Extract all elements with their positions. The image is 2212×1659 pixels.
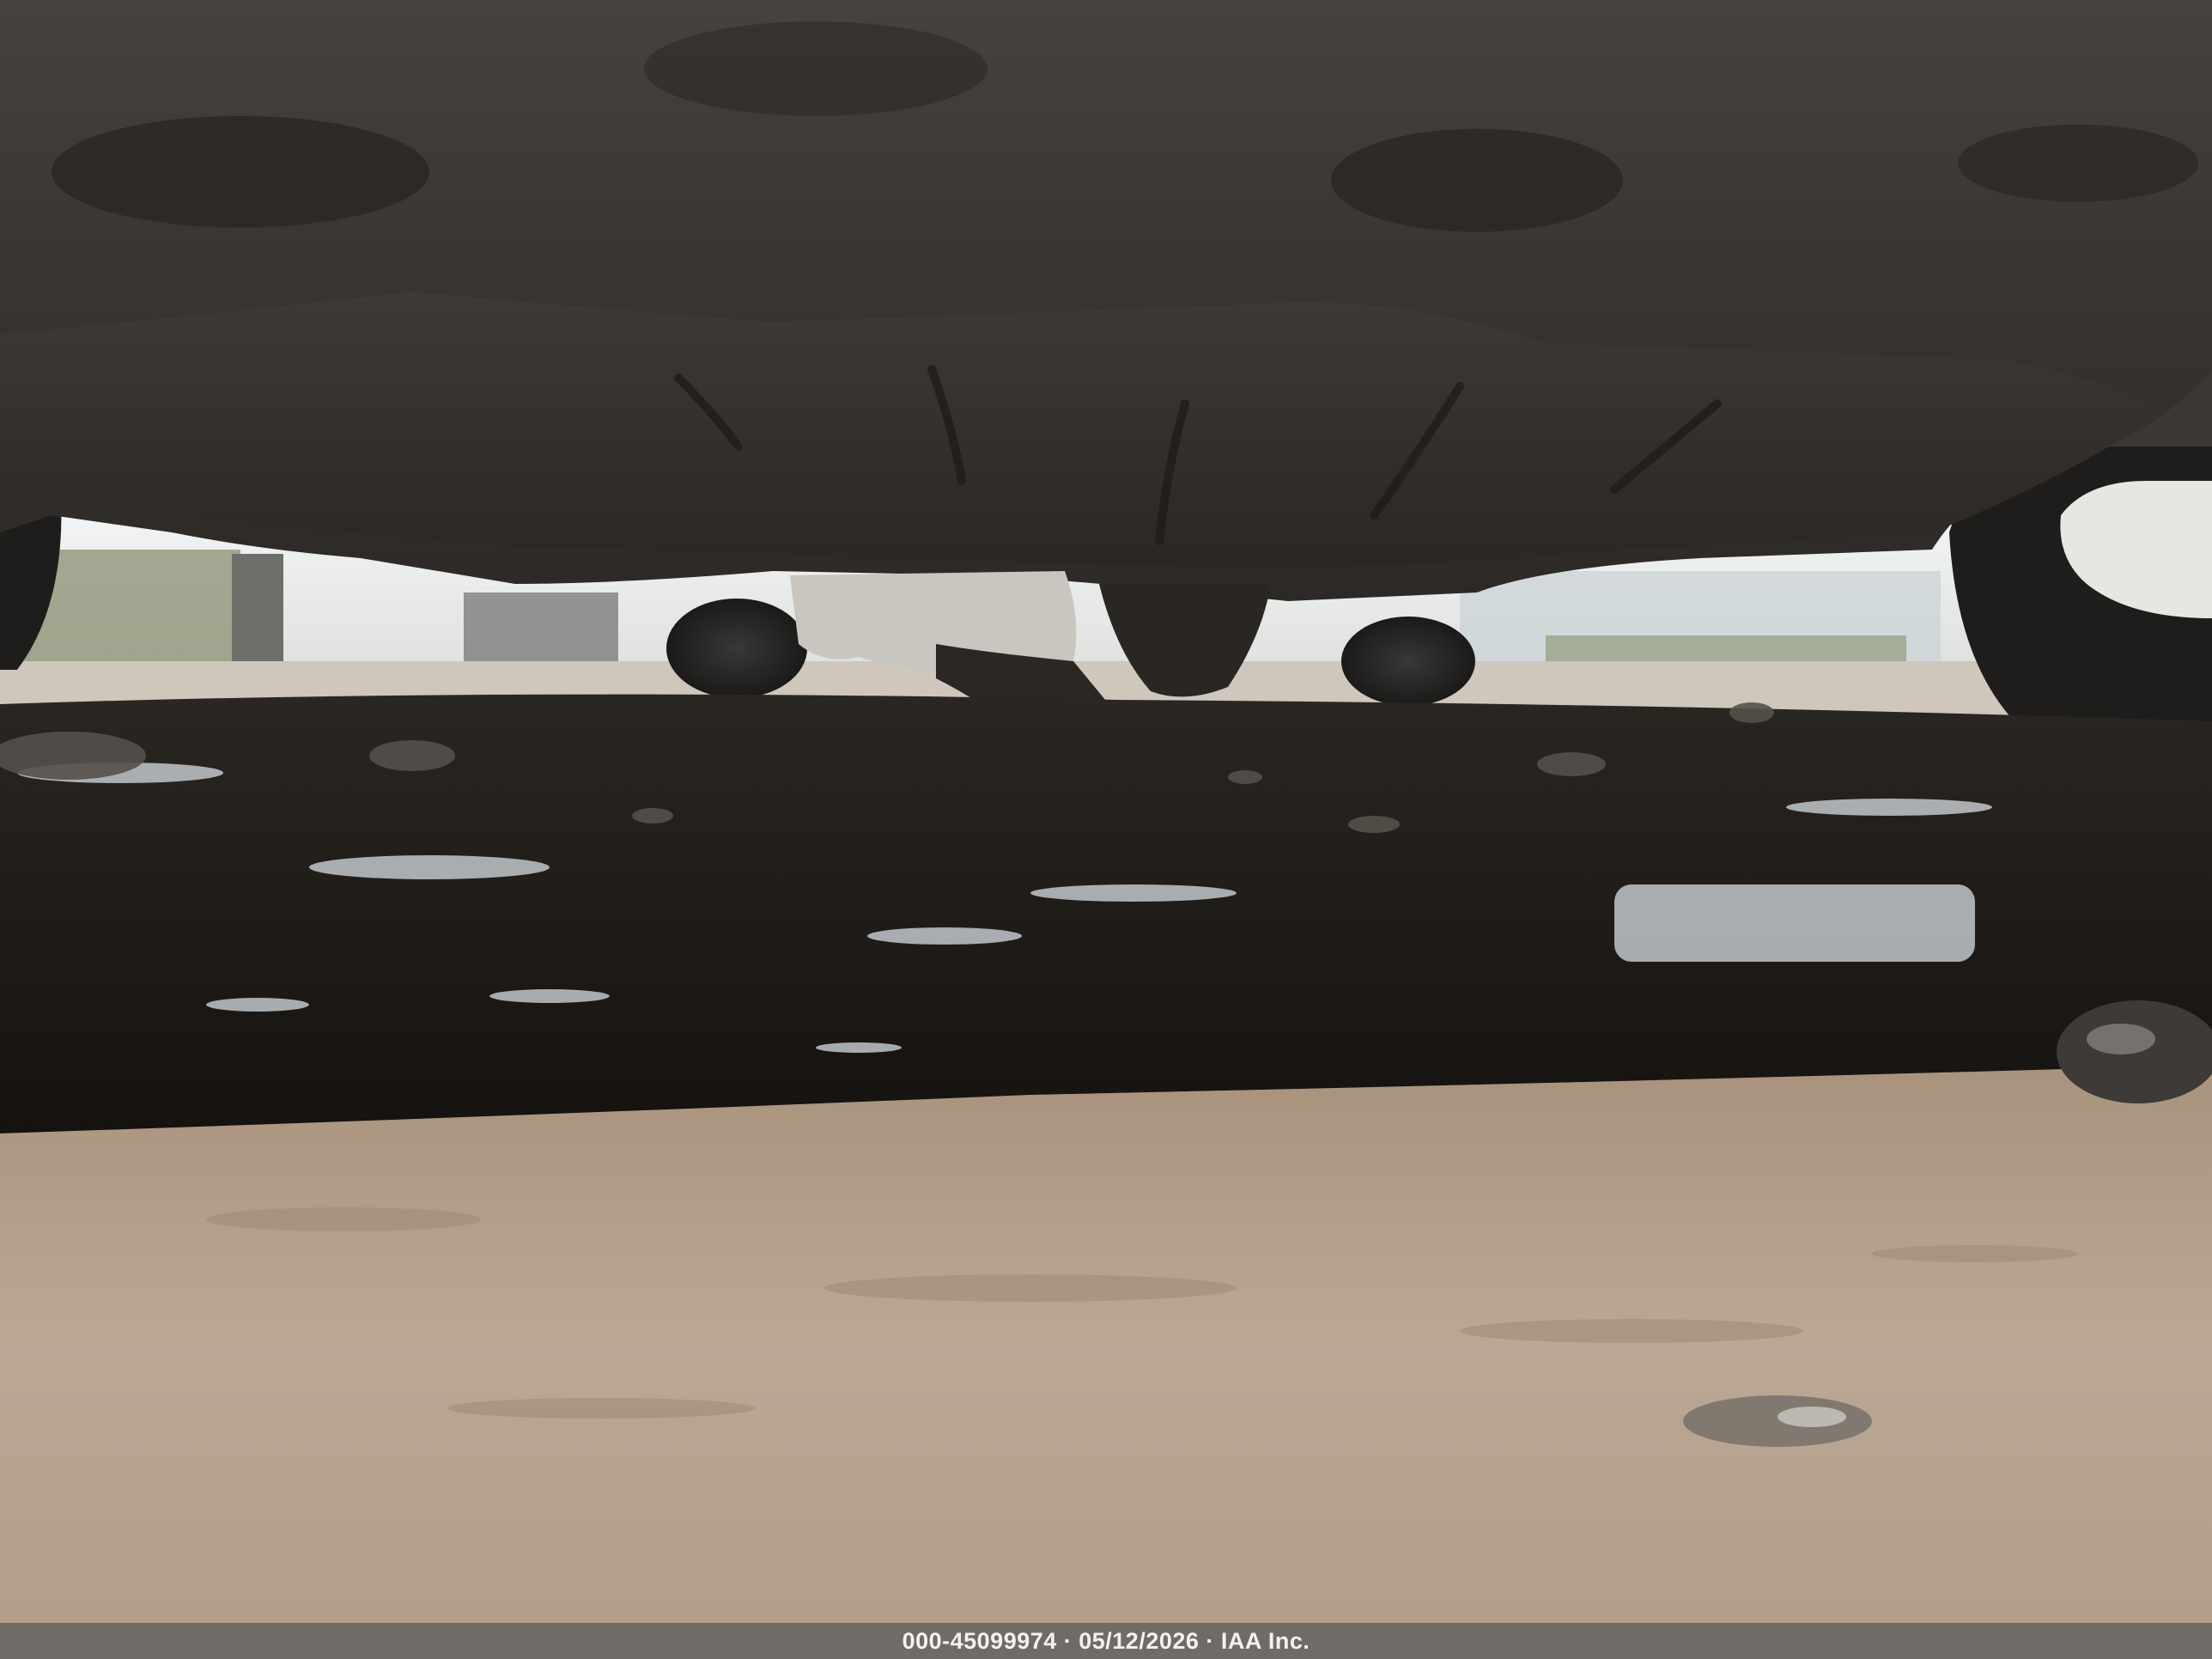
- rear-right-tire: [1341, 617, 1475, 706]
- debris-highlight: [1778, 1407, 1846, 1427]
- background-fence: [464, 592, 618, 661]
- stone-highlight: [2087, 1024, 2155, 1054]
- recess-center: [1331, 129, 1623, 232]
- watermark-caption-bar: 000-45099974 · 05/12/2026 · IAA Inc.: [0, 1623, 2212, 1659]
- undercarriage-scene: [0, 0, 2212, 1623]
- background-post: [232, 554, 283, 665]
- recess-left: [52, 116, 429, 228]
- blurred-debris: [1683, 1395, 1872, 1447]
- recess-top: [644, 21, 988, 116]
- rear-left-tire: [666, 599, 807, 698]
- hanging-heat-shield: [790, 571, 1077, 671]
- watermark-caption: 000-45099974 · 05/12/2026 · IAA Inc.: [902, 1627, 1310, 1654]
- vehicle-undercarriage-photo: 000-45099974 · 05/12/2026 · IAA Inc.: [0, 0, 2212, 1659]
- foreground-dirt: [0, 1065, 2212, 1623]
- recess-right: [1958, 125, 2198, 202]
